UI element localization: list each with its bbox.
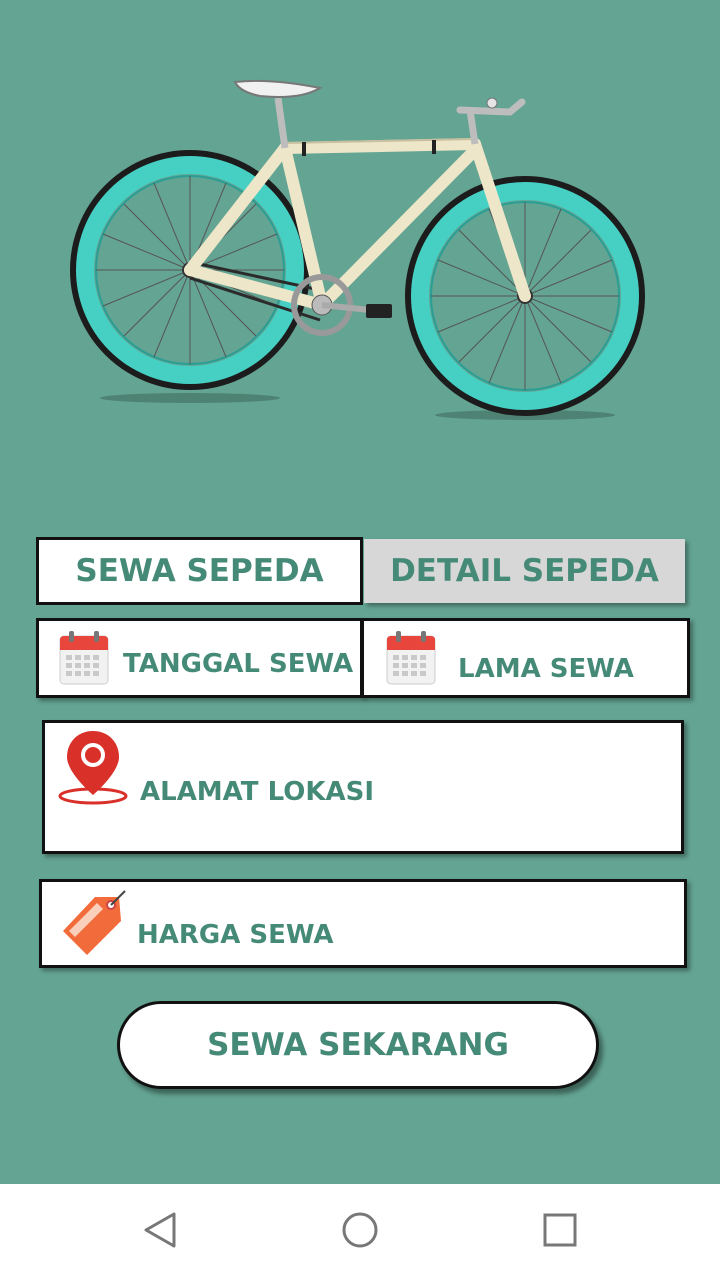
tab-rent-bike[interactable]: SEWA SEPEDA [36, 537, 363, 605]
back-icon [142, 1211, 178, 1253]
address-label: ALAMAT LOKASI [140, 777, 374, 807]
home-button[interactable] [330, 1202, 390, 1262]
price-label: HARGA SEWA [137, 920, 334, 950]
calendar-icon [59, 630, 109, 690]
calendar-icon [386, 630, 436, 690]
price-field[interactable]: HARGA SEWA [39, 879, 687, 968]
rent-date-label: TANGGAL SEWA [123, 649, 354, 679]
recents-button[interactable] [530, 1202, 590, 1262]
rent-duration-label: LAMA SEWA [458, 654, 634, 684]
tab-rent-bike-label: SEWA SEPEDA [75, 553, 324, 589]
address-field[interactable]: ALAMAT LOKASI [42, 720, 684, 854]
bicycle-image [70, 70, 660, 430]
back-button[interactable] [130, 1202, 190, 1262]
location-pin-icon [57, 729, 129, 811]
rent-duration-field[interactable]: LAMA SEWA [361, 618, 690, 698]
home-icon [341, 1211, 379, 1253]
navigation-bar [0, 1184, 720, 1280]
rent-now-button[interactable]: SEWA SEKARANG [117, 1001, 599, 1089]
tab-bike-detail[interactable]: DETAIL SEPEDA [364, 539, 685, 603]
rent-now-label: SEWA SEKARANG [207, 1027, 509, 1063]
price-tag-icon [59, 889, 129, 963]
tab-bike-detail-label: DETAIL SEPEDA [390, 553, 659, 589]
rent-date-field[interactable]: TANGGAL SEWA [36, 618, 363, 698]
recents-icon [543, 1213, 577, 1251]
